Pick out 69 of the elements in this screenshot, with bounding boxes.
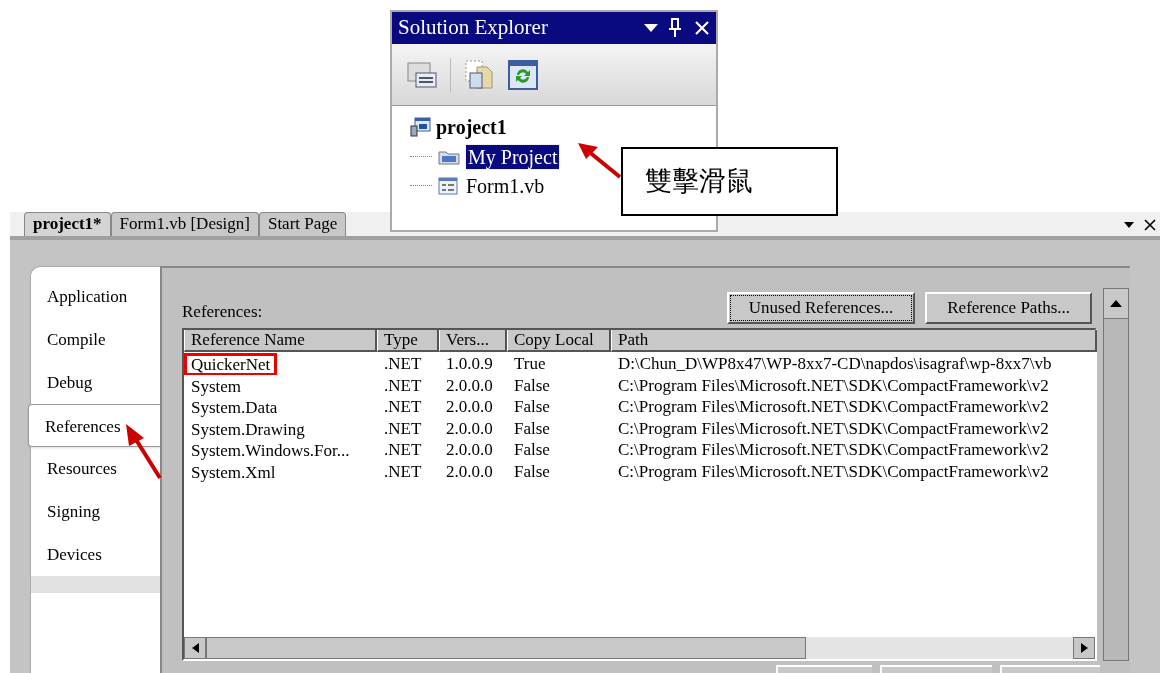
dropdown-icon[interactable]	[1124, 222, 1134, 228]
form-icon	[438, 176, 458, 195]
nav-tab[interactable]: Resources	[31, 447, 160, 490]
nav-tab[interactable]: Application	[31, 275, 160, 318]
documents-icon[interactable]	[463, 58, 495, 91]
column-header[interactable]: Copy Local	[507, 330, 611, 352]
tree-item[interactable]: Form1.vb	[464, 173, 547, 198]
tree-item[interactable]: My Project	[466, 144, 560, 169]
table-cell-text: False	[513, 439, 551, 461]
table-cell-text: False	[513, 460, 551, 482]
dialog-button[interactable]: Reference Paths...	[925, 292, 1092, 324]
table-cell-text: 2.0.0.0	[445, 417, 494, 439]
editor-tab[interactable]: Form1.vb [Design]	[110, 212, 259, 236]
table-cell-text: False	[513, 396, 551, 418]
nav-tab[interactable]: Compile	[31, 318, 160, 361]
table-cell-text: C:\Program Files\Microsoft.NET\SDK\CompactFramework\v2	[617, 396, 1050, 418]
column-header[interactable]: Type	[377, 330, 439, 352]
right-arrow-icon[interactable]	[1080, 643, 1088, 653]
table-cell-text: System.Drawing	[190, 418, 306, 439]
table-cell-text: C:\Program Files\Microsoft.NET\SDK\CompactFramework\v2	[617, 439, 1050, 461]
callout-box: 雙擊滑鼠	[621, 147, 838, 216]
table-cell-text: 1.0.0.9	[445, 353, 494, 375]
table-cell-text: 2.0.0.0	[445, 374, 494, 396]
folder-icon	[438, 148, 460, 165]
nav-tab[interactable]: Debug	[31, 361, 160, 404]
table-cell-text: .NET	[383, 417, 423, 439]
table-cell-text: .NET	[383, 460, 423, 482]
left-arrow-icon[interactable]	[191, 643, 199, 653]
table-cell-text: C:\Program Files\Microsoft.NET\SDK\CompactFramework\v2	[617, 374, 1050, 396]
editor-tab[interactable]: project1*	[24, 212, 111, 236]
table-cell-text: D:\Chun_D\WP8x47\WP-8xx7-CD\napdos\isagraf\wp-8xx7\vb	[617, 353, 1053, 375]
tree-item[interactable]: project1	[436, 112, 507, 142]
column-header[interactable]: Path	[611, 330, 1097, 352]
close-icon[interactable]	[1144, 219, 1156, 231]
column-header[interactable]: Reference Name	[184, 330, 377, 352]
nav-tab[interactable]: Signing	[31, 490, 160, 533]
references-label: References:	[182, 300, 263, 323]
table-cell: QuickerNet	[184, 353, 377, 375]
dropdown-icon[interactable]	[644, 24, 658, 32]
nav-tab[interactable]: References	[28, 404, 160, 447]
window-title: Solution Explorer	[398, 14, 548, 42]
column-header[interactable]: Vers...	[439, 330, 507, 352]
table-cell-text: System	[190, 375, 243, 396]
table-cell-text: False	[513, 417, 551, 439]
table-cell-text: System.Xml	[190, 461, 277, 482]
table-cell-text: .NET	[383, 374, 423, 396]
table-cell-text: System.Windows.For...	[190, 440, 351, 461]
vertical-scrollbar[interactable]	[1103, 288, 1129, 661]
arrow	[123, 422, 163, 480]
editor-tab[interactable]: Start Page	[258, 212, 347, 236]
refresh-icon[interactable]	[507, 58, 539, 91]
table-cell-text: 2.0.0.0	[445, 460, 494, 482]
pin-icon[interactable]	[668, 18, 682, 38]
dialog-button[interactable]: Unused References...	[726, 292, 916, 324]
table-cell-text: C:\Program Files\Microsoft.NET\SDK\CompactFramework\v2	[617, 417, 1050, 439]
table-cell-text: False	[513, 374, 551, 396]
table-cell-text: 2.0.0.0	[445, 396, 494, 418]
horizontal-scrollbar[interactable]	[184, 637, 1095, 659]
table-cell-text: System.Data	[190, 397, 279, 418]
table-cell-text: C:\Program Files\Microsoft.NET\SDK\CompactFramework\v2	[617, 460, 1050, 482]
arrow	[576, 141, 622, 179]
up-arrow-icon[interactable]	[1110, 300, 1122, 307]
table-cell-text: .NET	[383, 396, 423, 418]
table-cell-text: .NET	[383, 439, 423, 461]
table-cell-text: .NET	[383, 353, 423, 375]
table-cell-text: True	[513, 353, 547, 375]
table-cell-text: 2.0.0.0	[445, 439, 494, 461]
nav-tab[interactable]: Devices	[31, 533, 160, 576]
project-icon	[410, 117, 432, 137]
